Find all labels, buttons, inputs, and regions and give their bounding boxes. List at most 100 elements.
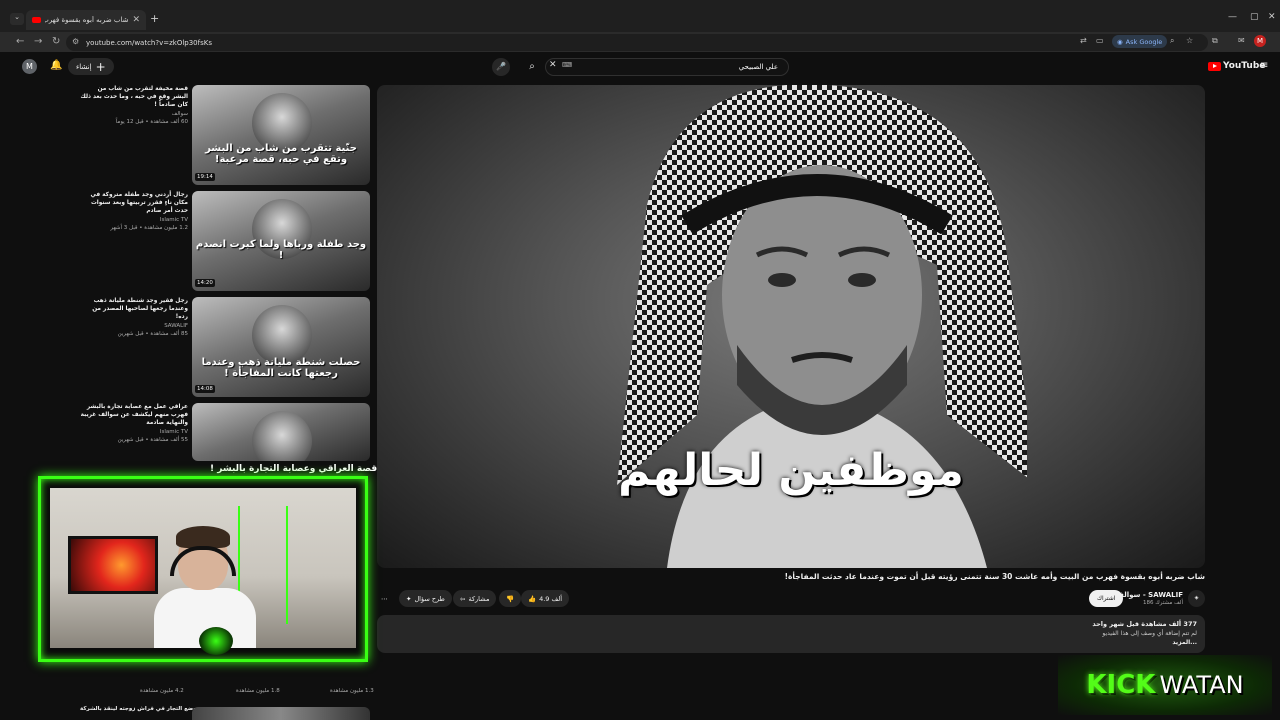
sidebar-video-title[interactable]: وضع التجار في فراش زوجته لينقذ بالشركة [80,706,197,712]
sidebar-video-item[interactable]: رجل فقير وجد شنطة مليانة ذهب وعندما رجعه… [80,297,370,401]
sparkle-icon: ✦ [406,594,412,603]
browser-profile-avatar[interactable]: M [1254,35,1266,47]
browser-toolbar: ← → ↻ ⚙ youtube.com/watch?v=zkOlp30fsKs … [0,32,1280,52]
sidebar-meta: رجل فقير وجد شنطة مليانة ذهب وعندما رجعه… [80,297,188,337]
extensions-icon[interactable]: ⧉ [1212,36,1218,46]
thumbs-up-icon: 👍 [528,594,537,603]
sidebar-thumbnail[interactable]: وجد طفلة ورباها ولما كبرت انصدم ! 14:20 [192,191,370,291]
streamer-logo-icon [199,627,233,655]
tab-title: شاب ضربه أبوه بقسوة فهرب [45,16,129,24]
maximize-icon[interactable]: ▢ [1250,12,1259,22]
sidebar-video-title[interactable]: رجل فقير وجد شنطة مليانة ذهب وعندما رجعه… [80,297,188,321]
sidebar-stats: 1.2 مليون مشاهدة • قبل 3 أشهر [110,225,188,231]
sidebar-video-title[interactable]: عراقي عمل مع عصابة تجارة بالبشر فهرب منه… [80,403,188,427]
site-info-icon[interactable]: ⚙ [72,37,79,46]
video-duration: 19:14 [195,173,215,181]
notifications-bell-icon[interactable]: 🔔 [50,60,62,71]
webcam-feed [50,488,356,648]
create-button[interactable]: إنشاء + [68,58,114,75]
account-avatar[interactable]: M [22,59,37,74]
video-actions-row: ⋯ ✦ طرح سؤال ⇦ مشاركة 👎 👍 4.9 ألف اشتراك… [377,590,1205,608]
youtube-logo[interactable]: YouTube [1208,61,1265,71]
share-icon: ⇦ [460,594,466,603]
channel-subscribers: 186 ألف مشترك [1143,600,1183,606]
share-button[interactable]: ⇦ مشاركة [453,590,497,607]
kick-watan-watermark: KICK WATAN [1058,655,1272,715]
minimize-icon[interactable]: — [1228,12,1237,22]
youtube-favicon-icon [32,17,41,23]
google-lens-icon: ◉ [1117,37,1123,46]
watan-text: WATAN [1159,671,1244,699]
description-views: 377 ألف مشاهدة قبل شهر واحد [1092,620,1197,628]
ask-google-button[interactable]: ◉ Ask Google [1112,35,1168,48]
plus-icon: + [95,59,106,74]
sidebar-video-item[interactable]: قصة مخيفة لتقرب من شاب من البشر وقع في ح… [80,85,370,189]
new-tab-icon[interactable]: + [150,12,159,25]
dislike-button[interactable]: 👎 [499,590,522,607]
translate-icon[interactable]: ⇄ [1080,36,1087,45]
sidebar-channel[interactable]: SAWALIF [80,323,188,329]
youtube-header: M 🔔 إنشاء + 🎤 ⌕ علي الصبيحي ✕ ⌨ YouTube … [0,52,1280,82]
address-bar[interactable]: ⚙ youtube.com/watch?v=zkOlp30fsKs [66,34,1208,51]
sidebar-thumbnail[interactable] [192,403,370,461]
sidebar-stats: 55 ألف مشاهدة • قبل شهرين [117,437,188,443]
sidebar-video-title[interactable]: قصة مخيفة لتقرب من شاب من البشر وقع في ح… [80,85,188,109]
sidebar-channel[interactable]: Islamic TV [80,429,188,435]
kick-logo-text: KICK [1086,670,1156,700]
close-window-icon[interactable]: ✕ [1268,12,1276,22]
menu-hamburger-icon[interactable]: ≡ [1260,60,1268,71]
thumbnail-face [252,305,312,365]
clear-search-icon[interactable]: ✕ [549,60,557,70]
zoom-icon[interactable]: ⌕ [1170,36,1174,46]
voice-search-mic-icon[interactable]: 🎤 [492,58,510,76]
search-icon[interactable]: ⌕ [520,58,544,76]
search-input[interactable]: علي الصبيحي [545,58,789,76]
keyboard-icon[interactable]: ⌨ [562,61,572,69]
thumbnail-caption: حصلت شنطة مليانة ذهب وعندما رجعتها كانت … [201,357,361,379]
gmail-icon[interactable]: ✉ [1238,36,1245,45]
thumbs-down-icon: 👎 [506,594,515,603]
video-overlay-caption: موظفين لحالهم [618,445,964,496]
channel-name[interactable]: سوالف - SAWALIF [1116,591,1183,599]
cast-icon[interactable]: ▭ [1096,36,1104,45]
browser-tabstrip: ⌄ شاب ضربه أبوه بقسوة فهرب ✕ + — ▢ ✕ [0,0,1280,36]
browser-tab-active[interactable]: شاب ضربه أبوه بقسوة فهرب ✕ [26,10,146,30]
thumbnail-face [252,411,312,461]
video-player[interactable]: موظفين لحالهم [377,85,1205,568]
sidebar-thumbnail[interactable]: جنّية تتقرب من شاب من البشر وتقع في حبه،… [192,85,370,185]
url-text: youtube.com/watch?v=zkOlp30fsKs [86,38,212,47]
sidebar-video-title[interactable]: رجال أردني وجد طفلة متروكة في مكان ناءٍ … [80,191,188,215]
video-duration: 14:08 [195,385,215,393]
channel-avatar[interactable]: ◈ [1188,590,1205,607]
more-actions-icon[interactable]: ⋯ [377,590,392,607]
video-title: شاب ضربه أبوه بقسوة فهرب من البيت وأمه ع… [784,572,1205,581]
video-duration: 14:20 [195,279,215,287]
sidebar-video-item[interactable]: رجال أردني وجد طفلة متروكة في مكان ناءٍ … [80,191,370,295]
ask-button[interactable]: ✦ طرح سؤال [399,590,452,607]
back-icon[interactable]: ← [16,36,24,47]
reload-icon[interactable]: ↻ [52,36,60,47]
tab-search-menu-icon[interactable]: ⌄ [10,13,24,25]
bookmark-star-icon[interactable]: ☆ [1186,36,1193,45]
sidebar-stats: 1.3 مليون مشاهدة [330,688,374,694]
thumbnail-caption: وجد طفلة ورباها ولما كبرت انصدم ! [195,239,367,261]
forward-icon[interactable]: → [34,36,42,47]
thumbnail-caption: جنّية تتقرب من شاب من البشر وتقع في حبه،… [205,143,357,165]
sidebar-channel[interactable]: سوالف [80,111,188,117]
sidebar-stats: 60 ألف مشاهدة • قبل 12 يوماً [115,119,188,125]
youtube-play-icon [1208,61,1221,71]
description-text: لم تتم إضافة أي وصف إلى هذا الفيديو [1102,630,1197,637]
sidebar-meta: قصة مخيفة لتقرب من شاب من البشر وقع في ح… [80,85,188,125]
sidebar-meta: عراقي عمل مع عصابة تجارة بالبشر فهرب منه… [80,403,188,443]
sidebar-thumbnail[interactable]: حصلت شنطة مليانة ذهب وعندما رجعتها كانت … [192,297,370,397]
sidebar-stats: 85 ألف مشاهدة • قبل شهرين [117,331,188,337]
sidebar-thumbnail[interactable] [192,707,370,720]
sidebar-meta: رجال أردني وجد طفلة متروكة في مكان ناءٍ … [80,191,188,231]
sidebar-channel[interactable]: Islamic TV [80,217,188,223]
description-more-link[interactable]: ...المزيد [385,639,1197,646]
tab-close-icon[interactable]: ✕ [132,15,140,25]
sidebar-stats: 1.8 مليون مشاهدة [236,688,280,694]
description-box[interactable]: 377 ألف مشاهدة قبل شهر واحد لم تتم إضافة… [377,615,1205,653]
like-button[interactable]: 👍 4.9 ألف [521,590,570,607]
webcam-tv [68,536,158,594]
